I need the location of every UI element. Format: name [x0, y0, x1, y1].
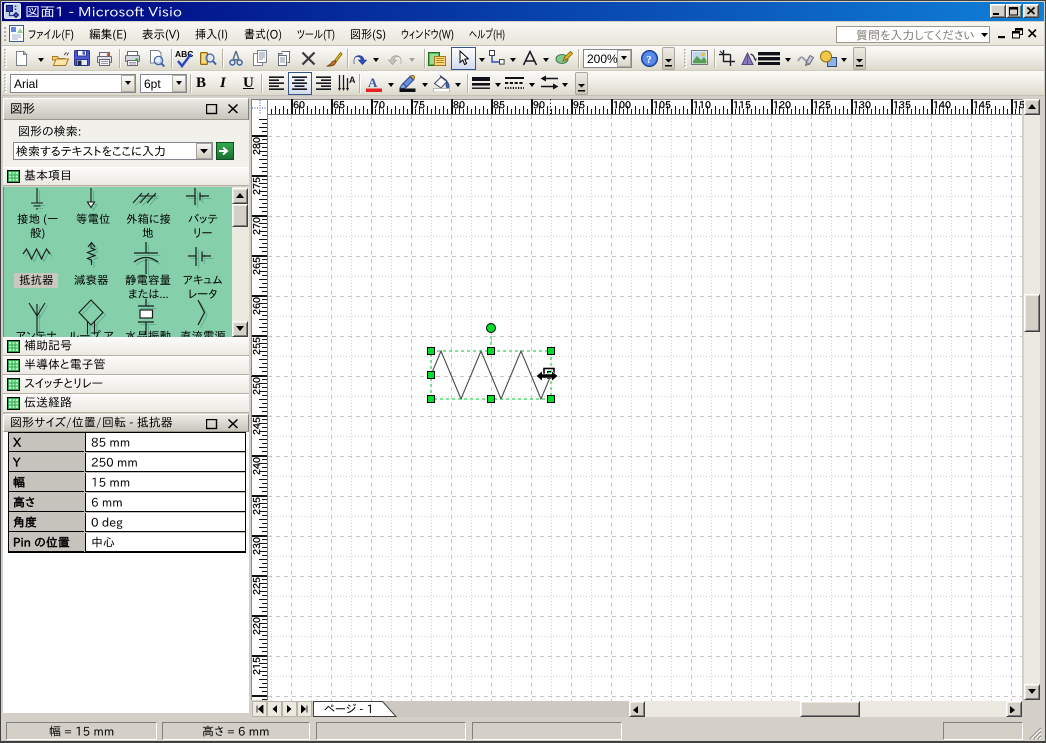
svg-text:A: A: [368, 75, 378, 90]
svg-text:A: A: [349, 75, 355, 85]
svg-text:?: ?: [646, 54, 652, 66]
